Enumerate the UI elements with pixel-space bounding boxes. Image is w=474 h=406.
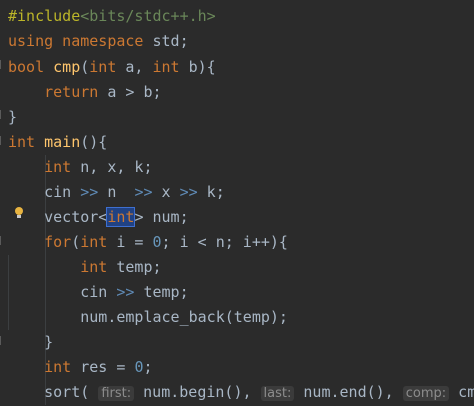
parameter-hint: last: (260, 386, 295, 401)
code-token: res = (80, 358, 135, 376)
fold-marker-icon[interactable] (0, 60, 6, 69)
code-token: vector< (8, 208, 108, 226)
code-line[interactable]: int temp; (8, 255, 162, 280)
code-token: temp; (116, 258, 162, 276)
code-line[interactable]: int res = 0; (8, 355, 153, 380)
code-token: num.emplace_back(temp); (8, 308, 288, 326)
code-token: a > b; (107, 83, 162, 101)
code-token: return (44, 83, 108, 101)
code-token: num.begin(), (134, 383, 261, 401)
code-token: (){ (80, 133, 108, 151)
code-token: x (152, 183, 180, 201)
code-token: std; (152, 32, 189, 50)
code-token: cin (8, 183, 81, 201)
code-token: n, x, k; (80, 158, 153, 176)
code-token: int (152, 58, 189, 76)
code-token: } (8, 333, 54, 351)
code-line[interactable]: for(int i = 0; i < n; i++){ (8, 230, 288, 255)
code-token: temp; (134, 283, 189, 301)
fold-marker-icon[interactable] (0, 110, 6, 119)
code-line[interactable]: cin >> n >> x >> k; (8, 180, 225, 205)
code-token: <bits/stdc++.h> (80, 7, 216, 25)
code-token: int (80, 233, 117, 251)
code-token: int (89, 58, 126, 76)
code-token: main (44, 133, 81, 151)
code-token: >> (80, 183, 99, 201)
code-line[interactable]: #include<bits/stdc++.h> (8, 4, 216, 29)
code-token: for (44, 233, 72, 251)
fold-marker-icon[interactable] (0, 236, 6, 245)
code-line[interactable]: num.emplace_back(temp); (8, 305, 288, 330)
code-token: b){ (188, 58, 216, 76)
parameter-hint: first: (98, 386, 135, 401)
code-line[interactable]: return a > b; (8, 80, 162, 105)
code-editor[interactable]: #include<bits/stdc++.h> using namespace s… (0, 0, 474, 406)
code-line[interactable]: int n, x, k; (8, 155, 153, 180)
code-token: int (106, 207, 136, 227)
code-token: ( (71, 233, 81, 251)
code-token: bool (8, 58, 54, 76)
code-token: n (98, 183, 135, 201)
code-token: cin (8, 283, 117, 301)
code-line[interactable]: } (8, 105, 17, 130)
code-token: #include (8, 7, 81, 25)
code-token: k; (197, 183, 225, 201)
code-token: ; (143, 358, 153, 376)
code-token: ( (80, 58, 90, 76)
code-token: cmp (53, 58, 81, 76)
code-token: int (44, 158, 81, 176)
code-line[interactable]: vector<int> num; (8, 205, 189, 230)
code-line[interactable]: int main(){ (8, 130, 107, 155)
code-token: } (8, 108, 18, 126)
code-token: using namespace (8, 32, 153, 50)
code-token: ; i < n; i++){ (161, 233, 288, 251)
fold-marker-icon[interactable] (0, 136, 6, 145)
editor-gutter (0, 0, 8, 406)
fold-marker-icon[interactable] (0, 336, 6, 345)
parameter-hint: comp: (402, 386, 450, 401)
code-line[interactable]: sort( first: num.begin(), last: num.end(… (8, 380, 474, 405)
code-token: sort( (8, 383, 99, 401)
code-token: int (44, 358, 81, 376)
code-line[interactable]: using namespace std; (8, 29, 189, 54)
code-token: >> (134, 183, 153, 201)
code-token: int (8, 133, 45, 151)
code-token: a, (125, 58, 153, 76)
code-token: cmp); (458, 383, 474, 401)
code-token: 0 (152, 233, 162, 251)
code-token: int (80, 258, 117, 276)
code-token: i = (116, 233, 153, 251)
code-token: >> (116, 283, 135, 301)
code-token: > num; (134, 208, 189, 226)
code-token: num.end(), (294, 383, 403, 401)
code-line[interactable]: cin >> temp; (8, 280, 189, 305)
code-line[interactable]: } (8, 330, 53, 355)
code-line[interactable]: bool cmp(int a, int b){ (8, 55, 216, 80)
code-token: >> (179, 183, 198, 201)
